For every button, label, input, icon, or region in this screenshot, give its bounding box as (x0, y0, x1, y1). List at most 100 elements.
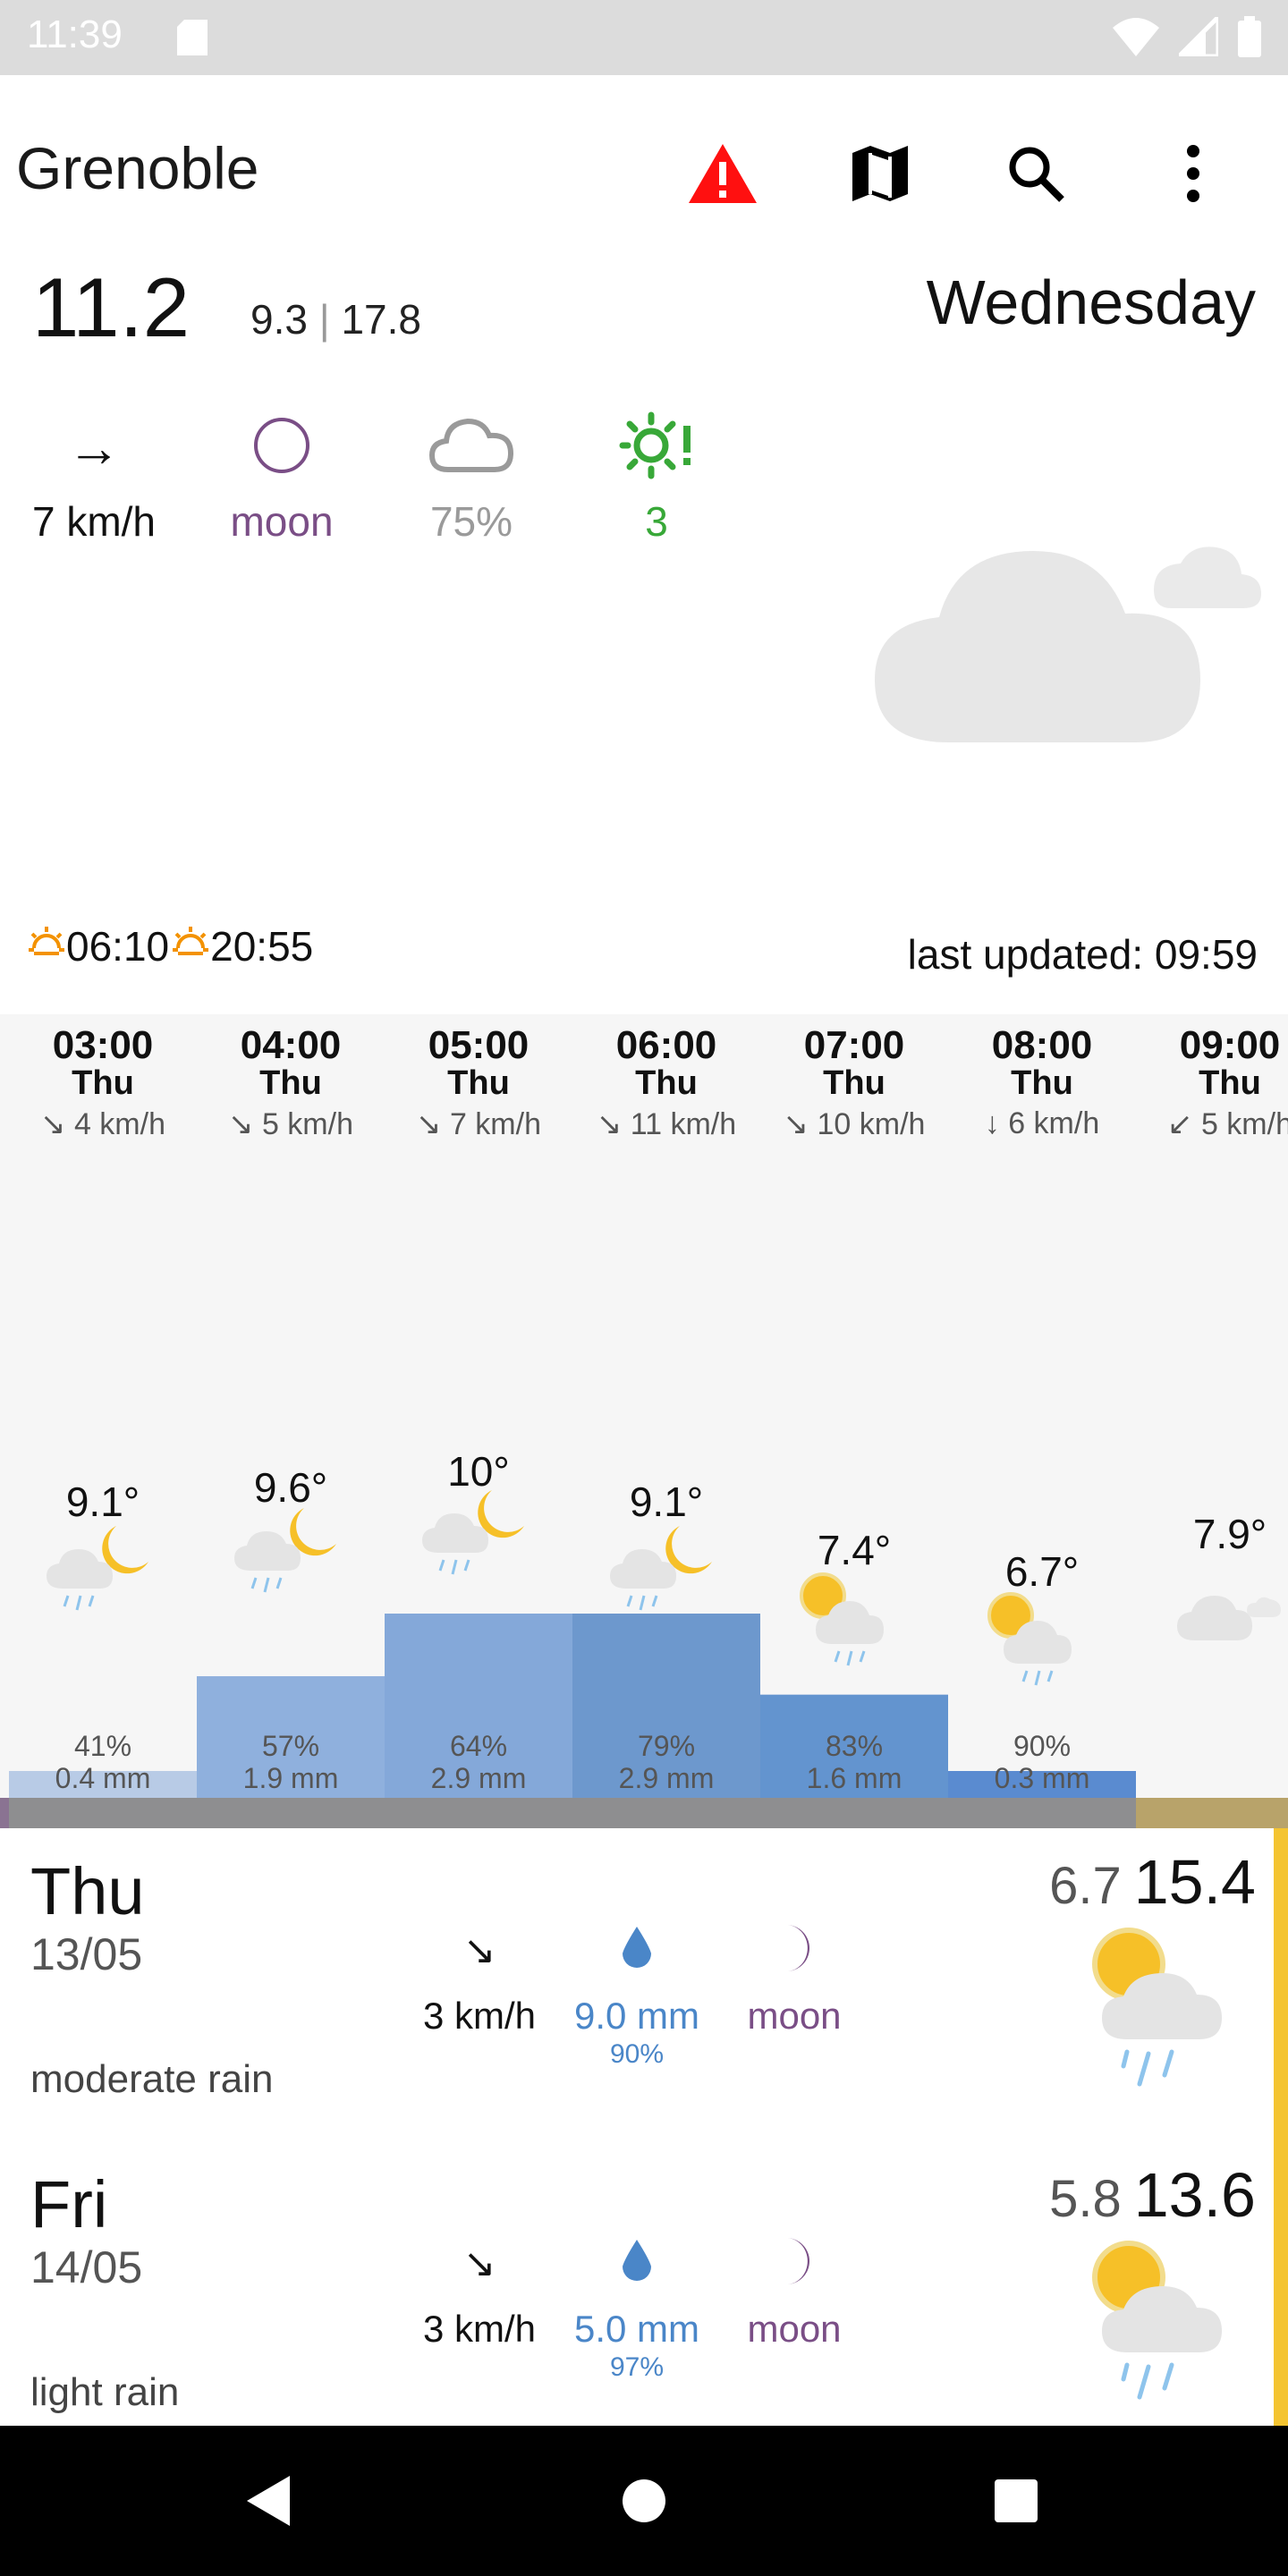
day-rain-amount: 5.0 mm (573, 2308, 700, 2350)
hour-wind: ↘ 5 km/h (228, 1107, 353, 1141)
day-rain-amount: 9.0 mm (573, 1995, 700, 2037)
wifi-icon (1113, 17, 1159, 61)
rain-amount: 0.3 mm (994, 1762, 1090, 1794)
day-wind-speed: 3 km/h (422, 2308, 537, 2350)
back-icon[interactable] (233, 2465, 304, 2537)
day-row[interactable]: Thu 13/05 moderate rain ↘ 3 km/h 9.0 mm 90% moo… (0, 1828, 1288, 2141)
city-title: Grenoble (16, 135, 259, 201)
rain-probability: 57% (261, 1730, 320, 1762)
current-weather-icon (868, 501, 1270, 756)
night-strip (0, 1798, 1136, 1828)
current-wind: → 7 km/h (4, 402, 183, 546)
raindrop-icon (619, 1925, 655, 1976)
hour-time: 03:00 (52, 1023, 154, 1067)
day-rain-icon (984, 1585, 1100, 1706)
current-clouds: 75% (382, 402, 561, 546)
hour-time: 07:00 (803, 1023, 905, 1067)
day-wind: ↘ 3 km/h (399, 2227, 560, 2351)
day-wind: ↘ 3 km/h (399, 1914, 560, 2038)
hour-temperature: 7.9° (1192, 1511, 1267, 1557)
hour-day: Thu (447, 1064, 510, 1102)
rain-probability: 83% (825, 1730, 884, 1762)
home-icon[interactable] (608, 2465, 680, 2537)
hour-day: Thu (635, 1064, 698, 1102)
night-rain-icon (233, 1503, 349, 1623)
rain-amount: 2.9 mm (430, 1762, 527, 1794)
sun-cloud-rain-icon (1082, 1923, 1243, 2106)
rain-probability: 64% (449, 1730, 508, 1762)
hour-time: 04:00 (240, 1023, 342, 1067)
current-max-temp: 17.8 (341, 296, 421, 343)
hour-temperature: 9.1° (629, 1479, 704, 1525)
wind-arrow-icon: → (67, 417, 121, 478)
rain-amount: 0.4 mm (55, 1762, 151, 1794)
rain-probability: 41% (73, 1730, 132, 1762)
day-rain-probability: 97% (609, 2352, 665, 2382)
day-description: light rain (30, 2370, 180, 2414)
more-vert-icon[interactable] (1148, 129, 1238, 218)
current-temp-range: 9.3 | 17.8 (250, 295, 421, 343)
night-rain-icon (45, 1521, 161, 1641)
day-wind-speed: 3 km/h (422, 1995, 537, 2037)
recents-icon[interactable] (980, 2465, 1052, 2537)
cloudy-icon (1172, 1567, 1288, 1688)
day-moon: moon (714, 1914, 875, 2038)
cloud-outline-icon (428, 414, 514, 481)
current-wind-speed: 7 km/h (31, 498, 157, 545)
hour-column: 06:00 Thu ↘ 11 km/h (572, 1023, 760, 1142)
hour-time: 05:00 (428, 1023, 530, 1067)
rain-label: 83% 1.6 mm (760, 1730, 948, 1794)
day-rain: 5.0 mm 97% (556, 2227, 717, 2383)
hour-column: 07:00 Thu ↘ 10 km/h (760, 1023, 948, 1142)
hour-wind: ↓ 6 km/h (984, 1106, 1100, 1140)
hour-time: 08:00 (991, 1023, 1093, 1067)
search-icon[interactable] (991, 129, 1080, 218)
hour-time: 09:00 (1179, 1023, 1281, 1067)
hour-temperature: 9.1° (65, 1479, 140, 1525)
rain-label: 90% 0.3 mm (948, 1730, 1136, 1794)
moon-icon (252, 416, 311, 479)
evening-strip (0, 1798, 9, 1828)
day-rain-probability: 90% (609, 2039, 665, 2069)
navigation-bar (0, 2426, 1288, 2576)
rain-probability: 90% (1013, 1730, 1072, 1762)
wind-arrow-icon: ↘ (462, 1928, 496, 1972)
day-row[interactable]: Fri 14/05 light rain ↘ 3 km/h 5.0 mm 97% moon 5.… (0, 2141, 1288, 2426)
status-time: 11:39 (27, 13, 123, 56)
rain-label: 41% 0.4 mm (9, 1730, 197, 1794)
sunset-time: 20:55 (210, 922, 314, 970)
status-bar: 11:39 (0, 0, 1288, 75)
map-icon[interactable] (835, 129, 925, 218)
rain-amount: 2.9 mm (618, 1762, 715, 1794)
hour-column: 09:00 Thu ↙ 5 km/h (1136, 1023, 1288, 1142)
range-separator: | (318, 296, 330, 343)
warning-icon[interactable] (678, 129, 767, 218)
day-low-temp: 6.7 (1049, 1857, 1122, 1915)
sunset-icon (171, 921, 210, 970)
day-temps: 6.7 15.4 (1049, 1846, 1256, 1918)
hour-wind: ↘ 4 km/h (40, 1107, 165, 1141)
moon-crescent-icon (779, 1923, 809, 1978)
sunrise-time: 06:10 (66, 922, 170, 970)
app-bar: Grenoble (0, 75, 1288, 259)
status-icons (1113, 11, 1261, 62)
hour-day: Thu (1011, 1064, 1073, 1102)
day-stripe (1274, 2141, 1288, 2426)
day-date: 13/05 (30, 1929, 143, 1979)
hourly-forecast[interactable]: 03:00 Thu ↘ 4 km/h 41% 0.4 mm 9.1° 04:00 Thu ↘ 5… (0, 1014, 1288, 1828)
current-uv: 3 (567, 402, 746, 546)
hour-column: 04:00 Thu ↘ 5 km/h (197, 1023, 385, 1142)
day-high-temp: 13.6 (1133, 2160, 1256, 2230)
current-moon-label: moon (230, 498, 334, 545)
day-name: Fri (30, 2167, 108, 2241)
current-cloud-cover: 75% (429, 498, 513, 545)
hour-day: Thu (259, 1064, 322, 1102)
day-temps: 5.8 13.6 (1049, 2159, 1256, 2231)
rain-label: 64% 2.9 mm (385, 1730, 572, 1794)
rain-amount: 1.9 mm (242, 1762, 339, 1794)
hour-column: 08:00 Thu ↓ 6 km/h (948, 1023, 1136, 1141)
day-stripe (1274, 1828, 1288, 2141)
current-day: Wednesday (926, 267, 1256, 337)
day-rain-icon (796, 1565, 912, 1686)
day-name: Thu (30, 1854, 145, 1928)
